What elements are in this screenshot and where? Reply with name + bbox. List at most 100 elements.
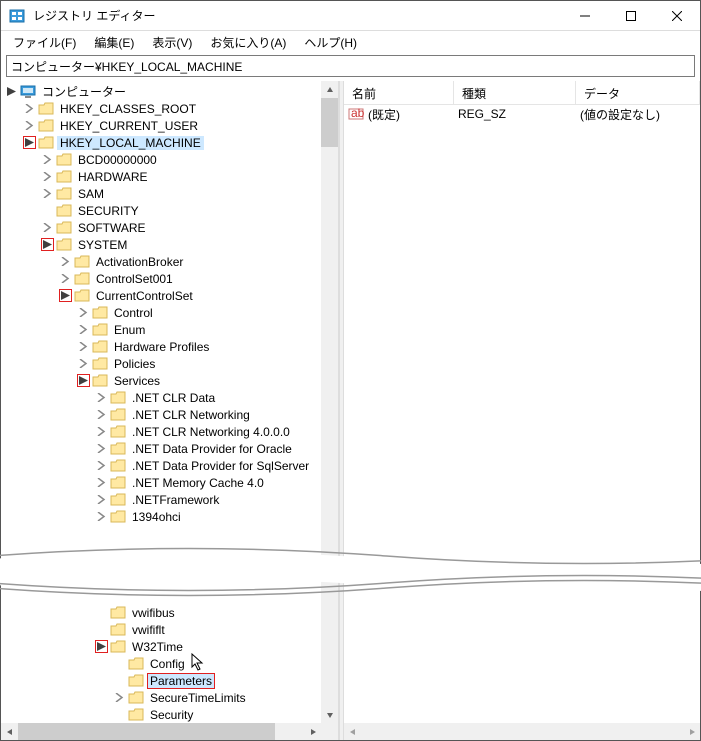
tree-node[interactable]: Control (5, 304, 338, 321)
tree-node[interactable]: SecureTimeLimits (5, 689, 321, 706)
expand-icon[interactable] (23, 102, 36, 115)
expand-icon[interactable] (95, 425, 108, 438)
expand-icon[interactable] (59, 255, 72, 268)
tree-node-parameters[interactable]: Parameters (5, 672, 321, 689)
expand-icon[interactable] (95, 640, 108, 653)
folder-icon (56, 187, 72, 201)
tree-node[interactable]: .NET CLR Networking 4.0.0.0 (5, 423, 338, 440)
tree-vertical-scrollbar[interactable] (321, 81, 338, 723)
menu-file[interactable]: ファイル(F) (5, 32, 84, 53)
tree-node[interactable]: Security (5, 706, 321, 723)
expand-icon[interactable] (41, 170, 54, 183)
string-value-icon: ab (348, 106, 364, 122)
expand-icon[interactable] (95, 493, 108, 506)
tree-node-w32time[interactable]: W32Time (5, 638, 321, 655)
expand-icon[interactable] (95, 442, 108, 455)
tree-node-hklm[interactable]: HKEY_LOCAL_MACHINE (5, 134, 338, 151)
expand-icon[interactable] (23, 119, 36, 132)
scroll-track[interactable] (361, 723, 683, 740)
scroll-left-button[interactable] (344, 723, 361, 740)
tree-label: ControlSet001 (93, 272, 176, 286)
registry-tree[interactable]: コンピューター HKEY_CLASSES_ROOT HKEY_CURRENT_U… (1, 81, 338, 525)
folder-icon (110, 391, 126, 405)
tree-node-hkcr[interactable]: HKEY_CLASSES_ROOT (5, 100, 338, 117)
expand-icon[interactable] (113, 691, 126, 704)
menu-favorites[interactable]: お気に入り(A) (202, 32, 294, 53)
tree-node-hkcu[interactable]: HKEY_CURRENT_USER (5, 117, 338, 134)
scroll-thumb[interactable] (18, 723, 275, 740)
tree-node[interactable]: Policies (5, 355, 338, 372)
registry-tree-lower[interactable]: vwifibus vwififlt W32Time Config Paramet… (1, 602, 321, 723)
tree-node[interactable]: Enum (5, 321, 338, 338)
expand-icon[interactable] (59, 272, 72, 285)
tree-node[interactable]: ControlSet001 (5, 270, 338, 287)
expand-icon[interactable] (95, 408, 108, 421)
expand-icon[interactable] (41, 153, 54, 166)
tree-node[interactable]: Hardware Profiles (5, 338, 338, 355)
col-data[interactable]: データ (576, 81, 700, 104)
tree-node[interactable]: .NET Memory Cache 4.0 (5, 474, 338, 491)
expand-icon[interactable] (77, 357, 90, 370)
tree-node-ccs[interactable]: CurrentControlSet (5, 287, 338, 304)
expand-icon[interactable] (95, 510, 108, 523)
expand-icon[interactable] (77, 306, 90, 319)
expand-icon[interactable] (59, 289, 72, 302)
scroll-track[interactable] (18, 723, 304, 740)
tree-node[interactable]: .NET Data Provider for SqlServer (5, 457, 338, 474)
expand-icon[interactable] (41, 187, 54, 200)
col-type[interactable]: 種類 (454, 81, 576, 104)
expand-icon[interactable] (95, 391, 108, 404)
expand-icon[interactable] (5, 85, 18, 98)
expand-icon[interactable] (77, 323, 90, 336)
scroll-right-button[interactable] (683, 723, 700, 740)
scroll-down-button[interactable] (321, 706, 338, 723)
maximize-button[interactable] (608, 1, 654, 30)
tree-node[interactable]: BCD00000000 (5, 151, 338, 168)
tree-node[interactable]: Config (5, 655, 321, 672)
scroll-right-button[interactable] (304, 723, 321, 740)
list-row[interactable]: ab (既定) REG_SZ (値の設定なし) (344, 105, 700, 123)
address-text: コンピューター¥HKEY_LOCAL_MACHINE (11, 58, 242, 75)
expand-icon[interactable] (23, 136, 36, 149)
col-name[interactable]: 名前 (344, 81, 454, 104)
scroll-thumb[interactable] (321, 98, 338, 147)
expand-icon[interactable] (95, 476, 108, 489)
tree-label: Control (111, 306, 156, 320)
expand-icon[interactable] (95, 459, 108, 472)
expand-icon[interactable] (41, 238, 54, 251)
menu-edit[interactable]: 編集(E) (86, 32, 142, 53)
scroll-up-button[interactable] (321, 81, 338, 98)
tree-node[interactable]: 1394ohci (5, 508, 338, 525)
tree-horizontal-scrollbar[interactable] (1, 723, 321, 740)
expand-icon[interactable] (41, 221, 54, 234)
tree-node-computer[interactable]: コンピューター (5, 83, 338, 100)
folder-icon (92, 374, 108, 388)
tree-label: Security (147, 708, 196, 722)
tree-node-services[interactable]: Services (5, 372, 338, 389)
tree-node[interactable]: HARDWARE (5, 168, 338, 185)
tree-node-system[interactable]: SYSTEM (5, 236, 338, 253)
address-bar[interactable]: コンピューター¥HKEY_LOCAL_MACHINE (6, 55, 695, 77)
menu-view[interactable]: 表示(V) (144, 32, 200, 53)
scroll-track[interactable] (321, 98, 338, 706)
tree-node[interactable]: .NET Data Provider for Oracle (5, 440, 338, 457)
tree-node[interactable]: SECURITY (5, 202, 338, 219)
scroll-left-button[interactable] (1, 723, 18, 740)
tree-node[interactable]: .NET CLR Data (5, 389, 338, 406)
expand-icon[interactable] (77, 340, 90, 353)
tree-node[interactable]: vwififlt (5, 621, 321, 638)
close-button[interactable] (654, 1, 700, 30)
title-bar: レジストリ エディター (1, 1, 700, 31)
tree-label: 1394ohci (129, 510, 184, 524)
tree-label: HARDWARE (75, 170, 151, 184)
expand-icon[interactable] (77, 374, 90, 387)
minimize-button[interactable] (562, 1, 608, 30)
tree-node[interactable]: SOFTWARE (5, 219, 338, 236)
list-horizontal-scrollbar[interactable] (344, 723, 700, 740)
menu-help[interactable]: ヘルプ(H) (296, 32, 365, 53)
tree-node[interactable]: .NET CLR Networking (5, 406, 338, 423)
tree-node[interactable]: vwifibus (5, 604, 321, 621)
tree-node[interactable]: .NETFramework (5, 491, 338, 508)
tree-node[interactable]: SAM (5, 185, 338, 202)
tree-node[interactable]: ActivationBroker (5, 253, 338, 270)
